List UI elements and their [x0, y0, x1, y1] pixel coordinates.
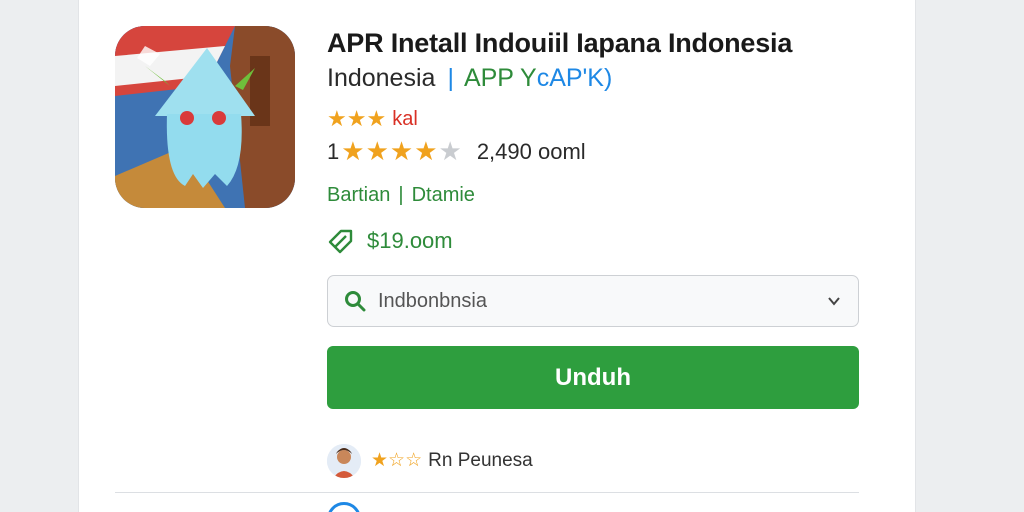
next-section-peek	[327, 502, 551, 512]
subtitle-tag[interactable]: APP Y	[464, 64, 537, 92]
price-value: $19.oom	[367, 228, 453, 253]
download-count: 2,490 ooml	[476, 139, 586, 164]
star-icon: ★	[341, 136, 365, 166]
star-icon: ☆	[388, 450, 406, 471]
category-name[interactable]: Dtamie	[412, 184, 475, 207]
star-icon: ★	[365, 136, 389, 166]
rating-row: 1 ★★★★★ 2,490 ooml	[327, 138, 586, 166]
star-icon: ★	[414, 136, 438, 166]
developer-name[interactable]: Bartian	[327, 184, 390, 207]
rating-small-label: kal	[392, 108, 418, 130]
rating-small: ★★★ kal	[327, 108, 418, 131]
left-margin	[0, 0, 78, 512]
subtitle-tag-suffix[interactable]: cAP'K)	[537, 64, 613, 92]
price-tag-icon	[328, 229, 353, 254]
reviewer-name: Rn Peunesa	[428, 450, 533, 471]
app-title: APR Inetall Indouiil Iapana Indonesia	[327, 28, 793, 58]
rating-stars: ★★★★★	[341, 138, 463, 166]
avatar[interactable]	[327, 444, 361, 478]
region-select-value: Indbonbnsia	[378, 289, 487, 312]
subtitle-country: Indonesia	[327, 64, 436, 92]
info-circle-icon	[327, 502, 361, 512]
star-icon: ★	[389, 136, 414, 166]
app-illustration	[115, 26, 295, 208]
divider-line	[115, 492, 859, 493]
star-icon: ★	[327, 106, 347, 131]
developer-row: Bartian | Dtamie	[327, 184, 475, 207]
app-icon[interactable]	[115, 26, 295, 208]
rating-prefix: 1	[327, 139, 340, 164]
subtitle-separator: |	[447, 64, 454, 92]
star-icon: ★	[371, 450, 389, 471]
star-icon: ★	[438, 136, 462, 166]
review-stars: ★☆☆	[371, 450, 422, 472]
right-margin	[916, 0, 1024, 512]
download-button[interactable]: Unduh	[327, 346, 859, 409]
search-icon	[345, 291, 366, 312]
star-icon: ★	[346, 106, 367, 131]
app-subtitle: Indonesia | APP YcAP'K)	[327, 64, 612, 93]
price-row: $19.oom	[327, 228, 453, 254]
star-icon: ☆	[405, 450, 423, 471]
app-detail-card: APR Inetall Indouiil Iapana Indonesia In…	[78, 0, 916, 512]
review-row: ★☆☆ Rn Peunesa	[327, 444, 533, 478]
developer-divider: |	[398, 184, 404, 206]
star-icon: ★	[366, 106, 387, 131]
chevron-down-icon	[828, 297, 840, 306]
region-select[interactable]: Indbonbnsia	[327, 275, 859, 327]
rating-small-stars: ★★★	[327, 108, 386, 131]
